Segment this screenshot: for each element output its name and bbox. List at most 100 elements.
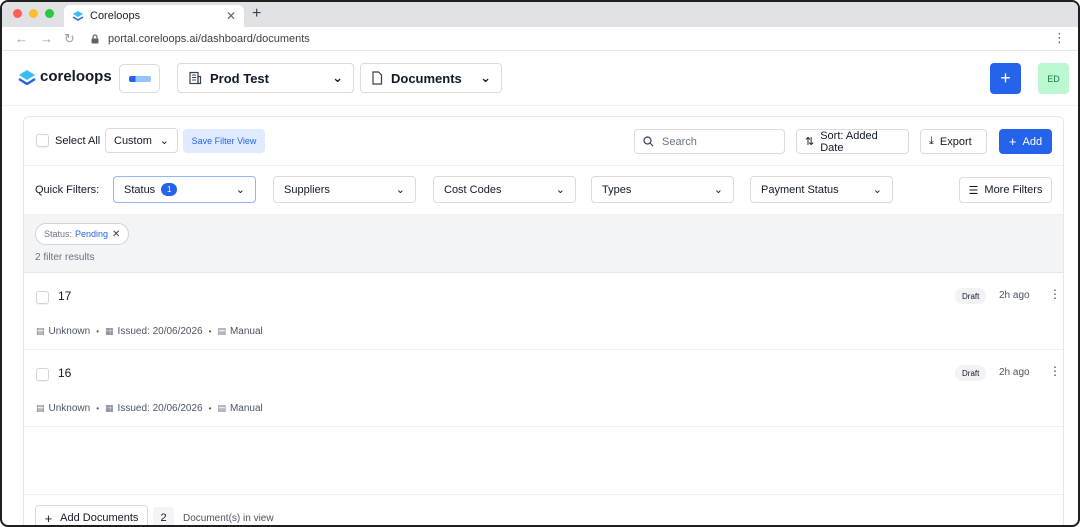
documents-in-view-label: Document(s) in view — [183, 513, 274, 524]
browser-tab-bar: Coreloops ✕ + — [2, 2, 1078, 27]
remove-filter-icon[interactable]: ✕ — [112, 229, 120, 240]
add-label: Add — [1022, 135, 1043, 148]
status-filter-dropdown[interactable]: Status 1 ⌄ — [113, 176, 256, 203]
chip-value: Pending — [75, 229, 109, 239]
minimize-window-button[interactable] — [29, 9, 38, 18]
forward-icon[interactable]: → — [40, 31, 53, 46]
document-meta: ▤ Unknown • ▦ Issued: 20/06/2026 • ▤ Man… — [36, 403, 263, 414]
add-button[interactable]: + Add — [999, 129, 1052, 154]
create-new-button[interactable]: + — [990, 63, 1021, 94]
url-field[interactable]: portal.coreloops.ai/dashboard/documents — [90, 30, 1056, 48]
supplier-icon: ▤ — [36, 403, 45, 413]
document-age: 2h ago — [999, 367, 1030, 378]
types-filter-dropdown[interactable]: Types ⌄ — [591, 176, 734, 203]
new-tab-icon[interactable]: + — [252, 6, 261, 22]
add-documents-label: Add Documents — [60, 512, 139, 524]
cost-codes-filter-label: Cost Codes — [444, 183, 502, 196]
calendar-icon: ▦ — [105, 326, 114, 336]
export-button[interactable]: ⤓ Export — [920, 129, 987, 154]
status-badge: Draft — [955, 365, 987, 381]
meta-separator: • — [208, 327, 212, 336]
chevron-down-icon: ⌄ — [555, 184, 565, 196]
documents-panel: Select All Custom ⌄ Save Filter View Sea… — [23, 116, 1064, 526]
active-filters-area: Status: Pending ✕ 2 filter results — [24, 215, 1063, 273]
tab-title: Coreloops — [90, 10, 141, 22]
download-icon: ⤓ — [929, 135, 934, 147]
back-icon[interactable]: ← — [15, 31, 28, 46]
supplier-name: Unknown — [48, 326, 91, 337]
view-label: Custom — [114, 134, 152, 147]
save-filter-view-button[interactable]: Save Filter View — [183, 129, 265, 153]
suppliers-filter-dropdown[interactable]: Suppliers ⌄ — [273, 176, 416, 203]
document-count: 2 — [153, 507, 174, 525]
organization-logo-mark — [128, 75, 151, 82]
more-filters-button[interactable]: ☰ More Filters — [959, 177, 1052, 203]
chevron-down-icon: ⌄ — [872, 184, 882, 196]
workspace-dropdown[interactable]: Prod Test ⌄ — [177, 63, 354, 93]
search-icon — [643, 136, 654, 147]
filter-lines-icon: ☰ — [968, 184, 979, 197]
chevron-down-icon: ⌄ — [713, 184, 723, 196]
reload-icon[interactable]: ↻ — [64, 31, 75, 47]
row-checkbox[interactable] — [36, 368, 49, 381]
status-badge: Draft — [955, 288, 987, 304]
browser-menu-icon[interactable]: ⋮ — [1053, 30, 1066, 46]
section-label: Documents — [391, 70, 462, 86]
brand-name: coreloops — [40, 68, 112, 85]
maximize-window-button[interactable] — [45, 9, 54, 18]
export-label: Export — [939, 135, 972, 148]
suppliers-filter-label: Suppliers — [284, 183, 330, 196]
status-filter-chip[interactable]: Status: Pending ✕ — [35, 223, 130, 245]
more-options-icon[interactable]: ⋮ — [1049, 364, 1061, 378]
brand-logo[interactable]: coreloops — [18, 68, 112, 85]
document-number: 17 — [58, 289, 72, 303]
meta-separator: • — [96, 404, 100, 413]
add-documents-button[interactable]: + Add Documents — [35, 505, 148, 526]
more-options-icon[interactable]: ⋮ — [1049, 287, 1061, 301]
document-row[interactable]: 16 ▤ Unknown • ▦ Issued: 20/06/2026 • ▤ … — [24, 350, 1063, 427]
document-icon — [372, 71, 383, 85]
payment-status-filter-label: Payment Status — [761, 183, 839, 196]
select-all-checkbox[interactable]: Select All — [36, 134, 100, 147]
supplier-name: Unknown — [48, 403, 91, 414]
meta-separator: • — [96, 327, 100, 336]
chevron-down-icon: ⌄ — [480, 70, 491, 85]
user-avatar[interactable]: ED — [1038, 63, 1069, 94]
search-input[interactable]: Search — [634, 129, 785, 154]
source-icon: ▤ — [217, 326, 226, 336]
status-filter-count-badge: 1 — [161, 183, 178, 196]
building-icon — [189, 71, 202, 85]
plus-icon: + — [44, 510, 53, 526]
select-all-label: Select All — [55, 134, 101, 147]
section-dropdown[interactable]: Documents ⌄ — [360, 63, 502, 93]
chevron-down-icon: ⌄ — [235, 184, 245, 196]
browser-tab[interactable]: Coreloops ✕ — [64, 5, 244, 27]
workspace-label: Prod Test — [210, 70, 269, 86]
more-filters-label: More Filters — [984, 184, 1043, 196]
filter-results-count: 2 filter results — [35, 252, 95, 263]
calendar-icon: ▦ — [105, 403, 114, 413]
view-dropdown[interactable]: Custom ⌄ — [105, 128, 178, 153]
status-filter-label: Status — [124, 183, 156, 196]
document-source: Manual — [229, 326, 263, 337]
lock-icon — [91, 34, 99, 44]
sort-button[interactable]: ⇅ Sort: Added Date — [796, 129, 909, 154]
row-checkbox[interactable] — [36, 291, 49, 304]
supplier-icon: ▤ — [36, 326, 45, 336]
sort-arrows-icon: ⇅ — [805, 136, 815, 148]
checkbox[interactable] — [36, 134, 49, 147]
organization-logo[interactable] — [119, 64, 160, 93]
quick-filters-label: Quick Filters: — [35, 184, 100, 196]
cost-codes-filter-dropdown[interactable]: Cost Codes ⌄ — [433, 176, 576, 203]
address-bar: ← → ↻ portal.coreloops.ai/dashboard/docu… — [2, 27, 1078, 51]
close-window-button[interactable] — [13, 9, 22, 18]
document-row[interactable]: 17 ▤ Unknown • ▦ Issued: 20/06/2026 • ▤ … — [24, 273, 1063, 350]
payment-status-filter-dropdown[interactable]: Payment Status ⌄ — [750, 176, 893, 203]
documents-toolbar: Select All Custom ⌄ Save Filter View Sea… — [24, 117, 1063, 166]
issued-date: Issued: 20/06/2026 — [117, 326, 203, 337]
chevron-down-icon: ⌄ — [395, 184, 405, 196]
search-placeholder: Search — [662, 135, 697, 148]
close-tab-icon[interactable]: ✕ — [226, 9, 236, 23]
coreloops-logo-icon — [18, 69, 36, 85]
quick-filters-bar: Quick Filters: Status 1 ⌄ Suppliers ⌄ Cos… — [24, 166, 1063, 215]
